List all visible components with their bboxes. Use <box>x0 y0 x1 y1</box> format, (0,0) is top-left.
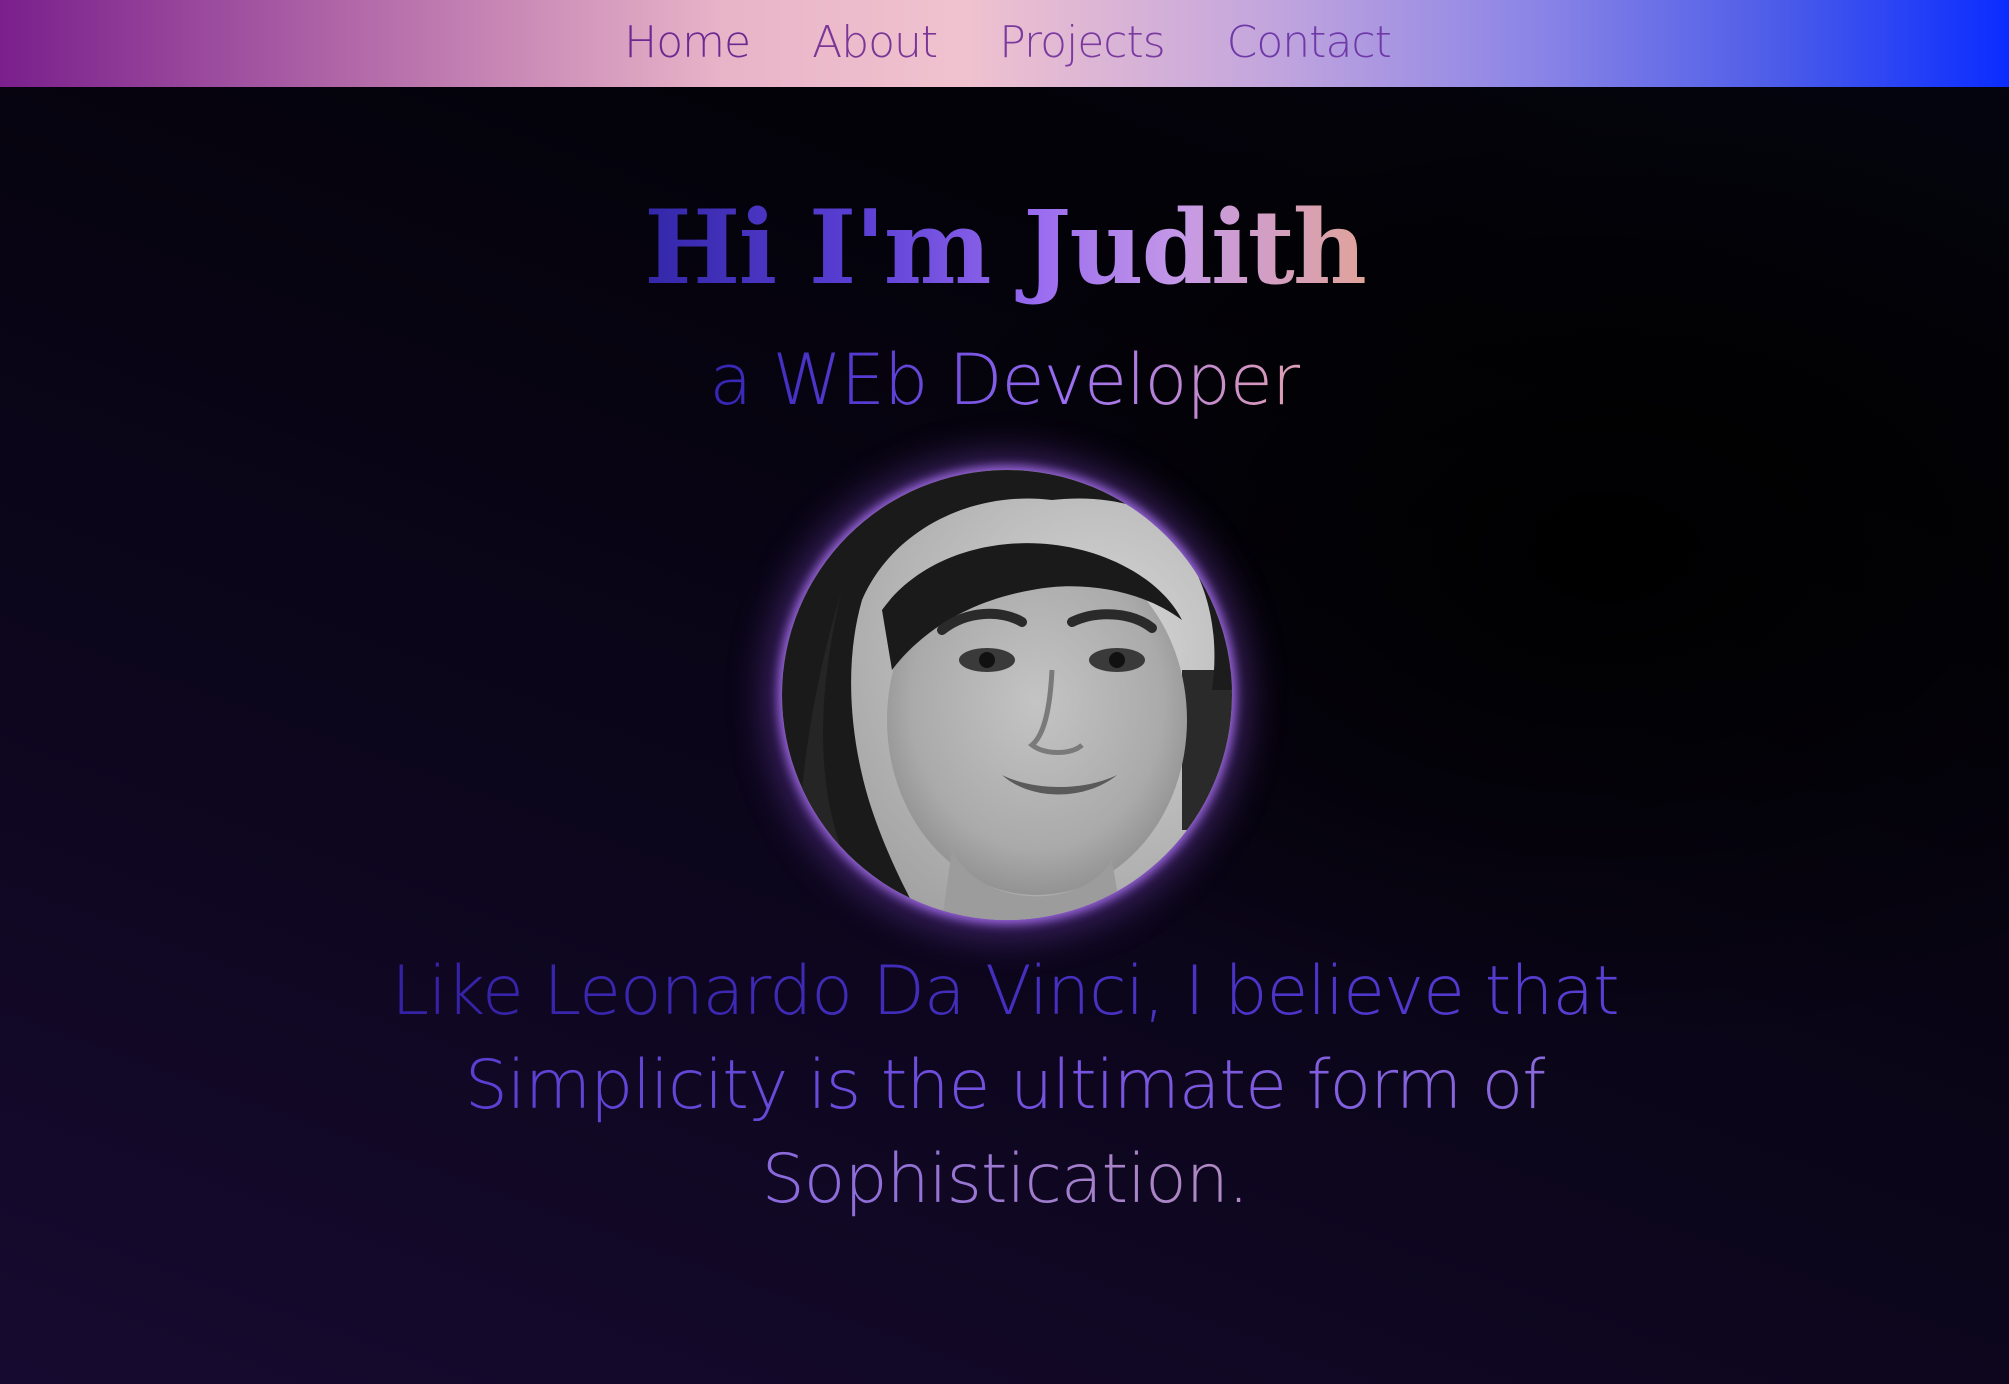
profile-photo-icon <box>782 470 1232 920</box>
hero-subtitle-text: a WEb Developer <box>709 339 1300 421</box>
nav-link-projects[interactable]: Projects <box>999 17 1165 68</box>
hero-subtitle: a WEb Developer <box>0 340 2009 420</box>
hero-quote: Like Leonardo Da Vinci, I believe that S… <box>380 945 1630 1227</box>
avatar <box>782 470 1232 920</box>
page: Home About Projects Contact Hi I'm Judit… <box>0 0 2009 1384</box>
nav-link-home[interactable]: Home <box>624 17 751 68</box>
nav-link-contact[interactable]: Contact <box>1227 17 1392 68</box>
hero-title-text: Hi I'm Judith <box>644 188 1367 308</box>
hero-quote-text: Like Leonardo Da Vinci, I believe that S… <box>391 952 1619 1219</box>
hero-title: Hi I'm Judith <box>0 188 2009 308</box>
top-navbar: Home About Projects Contact <box>0 0 2009 87</box>
nav-link-about[interactable]: About <box>812 17 938 68</box>
nav-links: Home About Projects Contact <box>624 17 1392 68</box>
